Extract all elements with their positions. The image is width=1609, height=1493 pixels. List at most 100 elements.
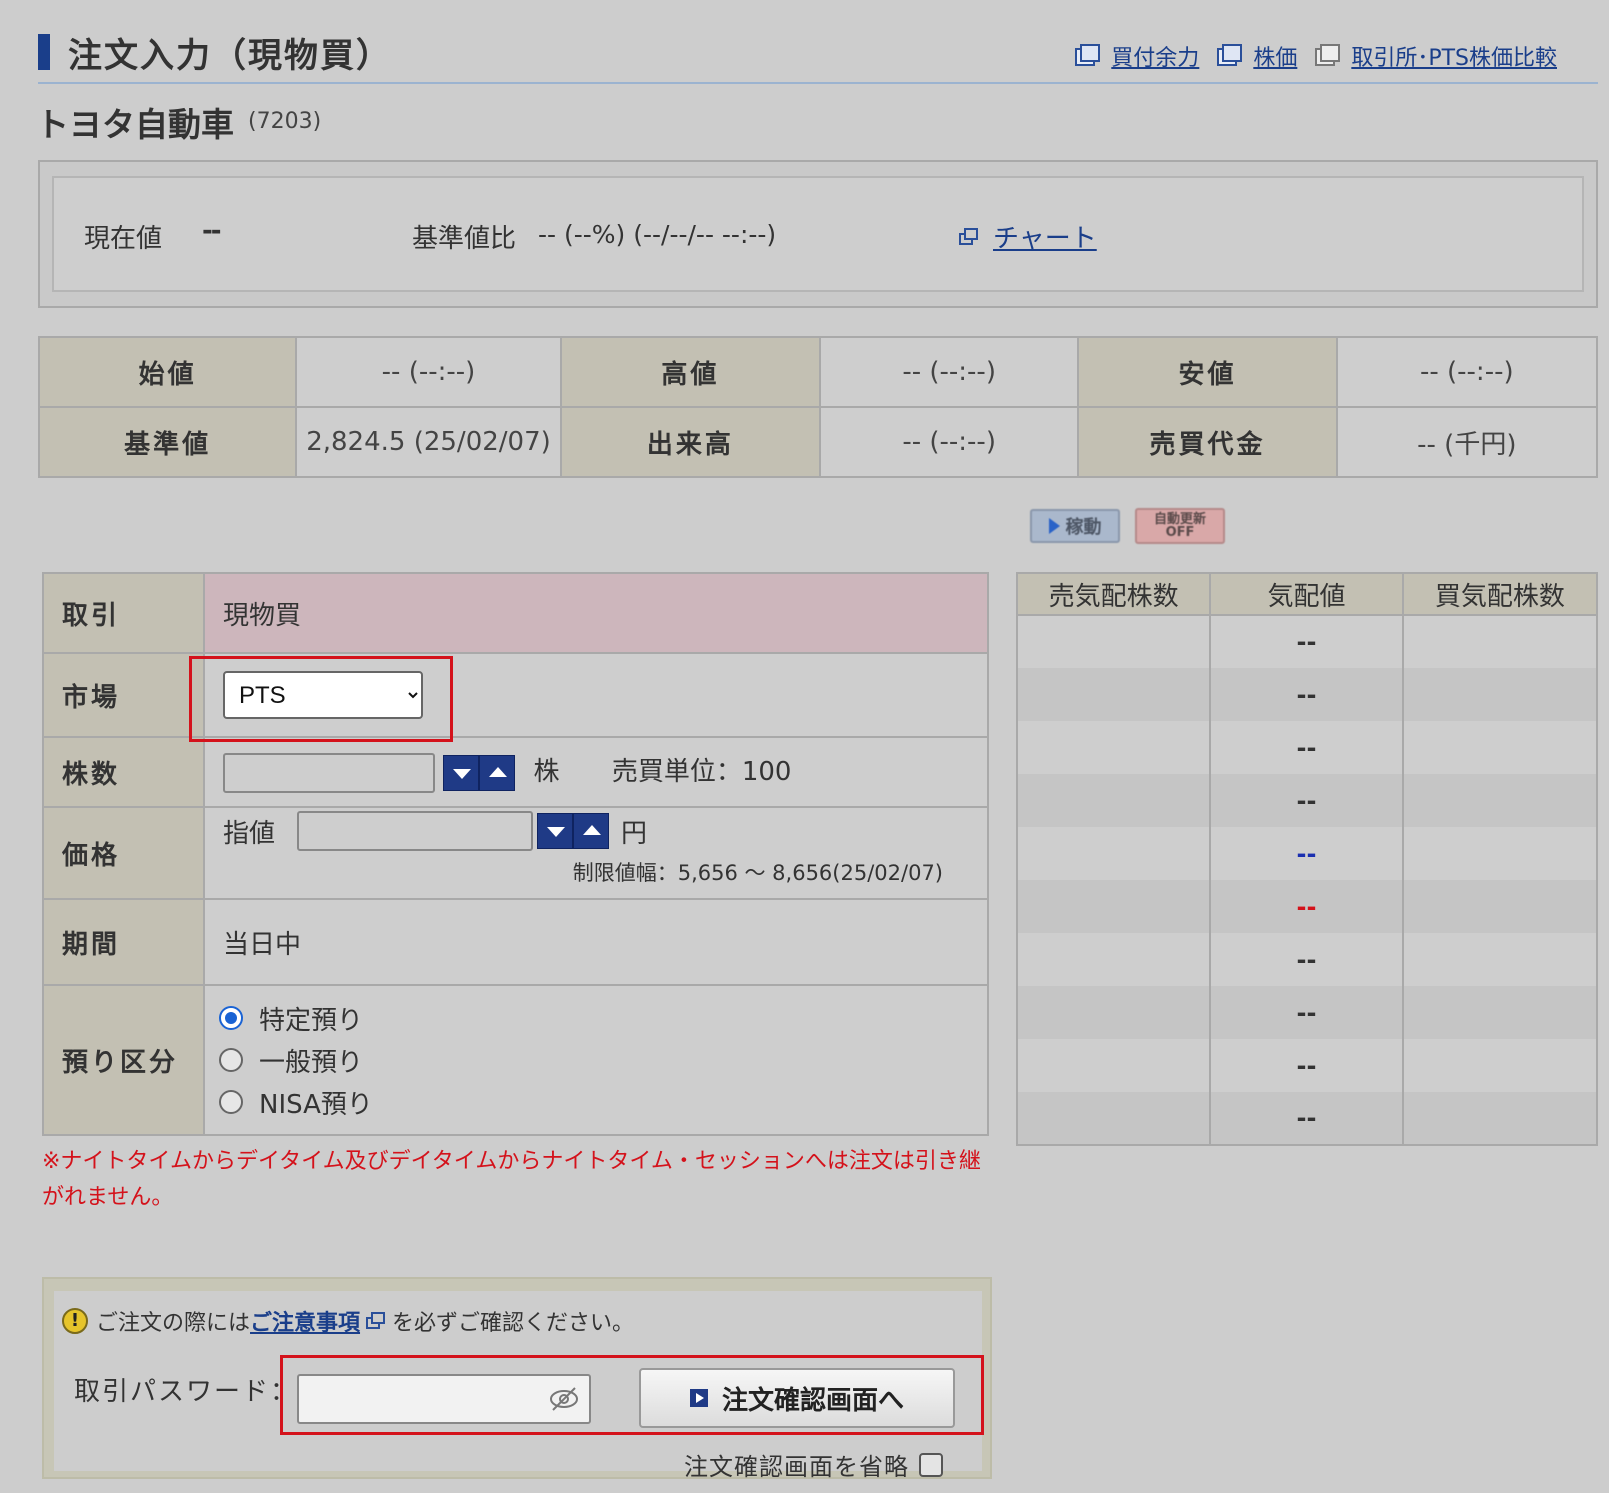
- volume-label: 出来高: [559, 406, 822, 478]
- price-label: 価格: [42, 806, 205, 900]
- radio-icon[interactable]: [219, 1048, 243, 1072]
- deposit-option-label: 一般預り: [259, 1047, 364, 1078]
- current-price-box: 現在値 -- 基準値比 -- (--%) (--/--/-- --:--) チャ…: [38, 160, 1598, 308]
- password-confirm-highlight: 注文確認画面へ: [280, 1355, 984, 1435]
- period-value: 当日中: [203, 898, 989, 986]
- board-price: --: [1209, 986, 1404, 1039]
- deposit-option-general[interactable]: 一般預り: [219, 1039, 987, 1081]
- auto-refresh-state: OFF: [1165, 525, 1195, 540]
- radio-selected-icon[interactable]: [219, 1006, 243, 1030]
- board-price: --: [1209, 1092, 1404, 1146]
- order-book: 売気配株数 気配値 買気配株数 -- -- -- -- -- -- -- -- …: [1015, 572, 1599, 1146]
- buying-power-icon: [1075, 44, 1101, 68]
- current-price-inner: 現在値 -- 基準値比 -- (--%) (--/--/-- --:--) チャ…: [52, 176, 1584, 292]
- turnover-label: 売買代金: [1077, 406, 1338, 478]
- board-price: --: [1209, 668, 1404, 721]
- order-confirm-button-label: 注文確認画面へ: [721, 1385, 904, 1416]
- session-carryover-note: ※ナイトタイムからデイタイム及びデイタイムからナイトタイム・セッションへは注文は…: [42, 1149, 981, 1210]
- chart-link-group: チャート: [959, 218, 1097, 255]
- caution-line: ! ご注文の際には ご注意事項 を必ずご確認ください。: [62, 1305, 634, 1337]
- high-value: -- (--:--): [819, 336, 1080, 408]
- page-title: 注文入力（現物買）: [68, 36, 392, 76]
- open-value: -- (--:--): [295, 336, 562, 408]
- stock-price-icon: [1217, 44, 1243, 68]
- market-cell: PTS: [189, 652, 989, 742]
- board-price: --: [1209, 933, 1404, 986]
- ask-qty: [1015, 615, 1212, 668]
- caution-link[interactable]: ご注意事項: [250, 1305, 360, 1337]
- quantity-decrement-button[interactable]: [443, 754, 480, 791]
- turnover-value: -- (千円): [1335, 406, 1599, 478]
- stock-name: トヨタ自動車: [36, 105, 234, 144]
- period-label: 期間: [42, 898, 205, 986]
- deposit-option-label: 特定預り: [259, 1005, 364, 1036]
- radio-icon[interactable]: [219, 1090, 243, 1114]
- bid-qty: [1401, 1092, 1599, 1146]
- high-label: 高値: [559, 336, 822, 408]
- buying-power-link[interactable]: 買付余力: [1111, 40, 1199, 72]
- deposit-option-nisa[interactable]: NISA預り: [219, 1081, 987, 1123]
- ask-qty: [1015, 933, 1212, 986]
- base-diff-label: 基準値比: [412, 224, 517, 254]
- skip-confirm-checkbox[interactable]: [919, 1452, 943, 1477]
- quantity-increment-button[interactable]: [479, 754, 516, 791]
- ask-qty: [1015, 986, 1212, 1039]
- ask-qty: [1015, 668, 1212, 721]
- board-price: --: [1209, 774, 1404, 827]
- price-header: 気配値: [1209, 572, 1404, 616]
- run-button[interactable]: 稼動: [1030, 509, 1120, 543]
- chart-link[interactable]: チャート: [993, 218, 1097, 255]
- board-price-ask-marker: --: [1209, 827, 1404, 880]
- price-increment-button[interactable]: [573, 813, 610, 849]
- ask-qty: [1015, 721, 1212, 774]
- eye-off-icon[interactable]: [549, 1386, 579, 1412]
- stock-price-link[interactable]: 株価: [1253, 40, 1297, 72]
- warning-icon: !: [62, 1308, 88, 1334]
- ask-qty-header: 売気配株数: [1015, 572, 1212, 616]
- trade-password-input[interactable]: [297, 1374, 591, 1424]
- bid-qty: [1401, 615, 1599, 668]
- price-input[interactable]: [297, 811, 534, 851]
- order-form: 取引 現物買 市場 PTS 株数 株 売買単位：100 価格 指値 円 制限値幅…: [42, 572, 989, 1136]
- trade-type-value: 現物買: [203, 572, 989, 654]
- auto-refresh-toggle[interactable]: 自動更新 OFF: [1135, 508, 1225, 544]
- compare-icon: [1315, 44, 1341, 68]
- current-price-value: --: [202, 216, 222, 246]
- deposit-option-specific[interactable]: 特定預り: [219, 997, 987, 1039]
- bid-qty: [1401, 1039, 1599, 1092]
- price-decrement-button[interactable]: [537, 813, 574, 849]
- play-icon: [689, 1389, 708, 1407]
- deposit-type-cell: 特定預り 一般預り NISA預り: [203, 984, 989, 1136]
- trade-type-label: 取引: [42, 572, 205, 654]
- quote-table: 始値 -- (--:--) 高値 -- (--:--) 安値 -- (--:--…: [37, 336, 1599, 478]
- exchange-pts-compare-link[interactable]: 取引所･PTS株価比較: [1351, 40, 1557, 72]
- price-type: 指値: [223, 818, 276, 849]
- open-label: 始値: [37, 336, 298, 408]
- price-unit: 円: [621, 818, 648, 849]
- skip-confirm-row: 注文確認画面を省略: [684, 1447, 943, 1482]
- external-window-icon: [366, 1312, 386, 1330]
- order-confirm-button[interactable]: 注文確認画面へ: [639, 1368, 955, 1428]
- ask-qty: [1015, 1092, 1212, 1146]
- low-value: -- (--:--): [1335, 336, 1599, 408]
- header-divider: [38, 82, 1598, 84]
- caution-prefix: ご注文の際には: [96, 1311, 251, 1336]
- play-icon: [1048, 518, 1060, 534]
- order-confirm-inner: ! ご注文の際には ご注意事項 を必ずご確認ください。 取引パスワード： 注文確…: [54, 1291, 984, 1481]
- market-select[interactable]: PTS: [223, 671, 423, 719]
- quantity-unit: 株: [533, 757, 560, 788]
- board-price: --: [1209, 615, 1404, 668]
- caution-suffix: を必ずご確認ください。: [392, 1311, 635, 1336]
- ask-qty: [1015, 827, 1212, 880]
- base-diff-value: -- (--%) (--/--/-- --:--): [538, 220, 777, 249]
- bid-qty: [1401, 827, 1599, 880]
- bid-qty: [1401, 880, 1599, 933]
- board-price-bid-marker: --: [1209, 880, 1404, 933]
- skip-confirm-label: 注文確認画面を省略: [684, 1453, 909, 1481]
- title-accent-bar: [38, 34, 50, 70]
- stock-code: (7203): [248, 109, 322, 134]
- lot-size: 売買単位：100: [611, 757, 792, 788]
- price-limit-range: 制限値幅：5,656 ～ 8,656(25/02/07): [572, 861, 943, 885]
- quantity-input[interactable]: [223, 752, 435, 793]
- ask-qty: [1015, 880, 1212, 933]
